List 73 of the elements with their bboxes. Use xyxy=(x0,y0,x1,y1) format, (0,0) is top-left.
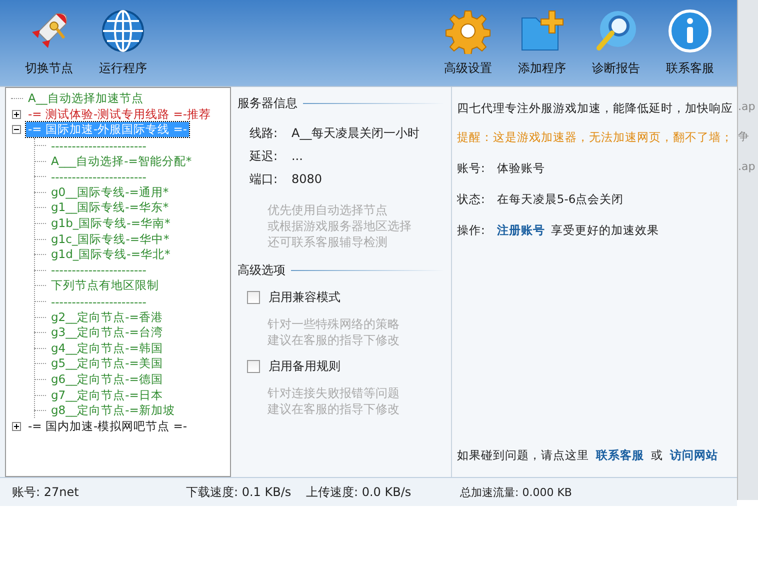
tree-item[interactable]: ----------------------- xyxy=(49,170,148,184)
checkbox[interactable] xyxy=(247,291,260,304)
field-label: 账号: xyxy=(457,161,485,176)
hint-text: 或根据游戏服务器地区选择 xyxy=(267,218,412,234)
field-value: 享受更好的加速效果 xyxy=(550,223,659,238)
toolbar-button[interactable]: 切换节点 xyxy=(16,0,82,86)
field-value: 在每天凌晨5-6点会关闭 xyxy=(496,192,624,207)
toolbar-button[interactable]: 添加程序 xyxy=(509,0,575,86)
hint-text: 建议在客服的指导下修改 xyxy=(267,401,400,417)
checkbox[interactable] xyxy=(247,360,260,373)
help-text: 或 xyxy=(651,448,663,463)
hint-text: 针对连接失败报错等问题 xyxy=(267,385,400,401)
hint-text: 还可联系客服辅导检测 xyxy=(267,234,388,250)
hint-text: 优先使用自动选择节点 xyxy=(267,202,388,218)
tree-item[interactable]: A___自动选择-=智能分配* xyxy=(49,154,194,169)
toolbar-button[interactable]: 高级设置 xyxy=(435,0,501,86)
section-title: 服务器信息 xyxy=(237,95,298,112)
info-icon xyxy=(667,8,713,54)
tree-item[interactable]: g2__定向节点-=香港 xyxy=(49,310,165,325)
expander-icon[interactable] xyxy=(12,422,21,431)
field-label: 端口: xyxy=(249,172,279,186)
tree-item[interactable]: -= 国际加速-外服国际专线 =- xyxy=(26,122,190,138)
tree-item[interactable]: -= 国内加速-模拟网吧节点 =- xyxy=(26,418,190,434)
field-label: 延迟: xyxy=(249,149,279,163)
status-text: 账号: 27net xyxy=(12,484,79,500)
tree-item[interactable]: g1__国际专线-=华东* xyxy=(49,200,171,216)
field-value: 体验账号 xyxy=(496,161,545,176)
tree-item[interactable]: g7__定向节点-=日本 xyxy=(49,388,165,403)
field-value: A__每天凌晨关闭一小时 xyxy=(291,126,420,140)
register-link[interactable]: 注册账号 xyxy=(496,223,545,238)
tree-item[interactable]: g8__定向节点-=新加坡 xyxy=(49,403,177,418)
tree-item[interactable]: ----------------------- xyxy=(49,294,148,309)
expander-icon[interactable] xyxy=(12,125,21,134)
background-text: 争 xyxy=(738,129,749,144)
tree-item[interactable]: A__自动选择加速节点 xyxy=(26,91,146,106)
tree-item[interactable]: ----------------------- xyxy=(49,138,148,153)
website-link[interactable]: 访问网站 xyxy=(670,448,718,463)
field-label: 操作: xyxy=(457,223,485,238)
help-text: 如果碰到问题，请点这里 xyxy=(457,448,589,463)
toolbar-button[interactable]: 诊断报告 xyxy=(583,0,649,86)
tree-item[interactable]: g5__定向节点-=美国 xyxy=(49,356,165,372)
support-link[interactable]: 联系客服 xyxy=(596,448,644,463)
reminder-text: 提醒：这是游戏加速器，无法加速网页，翻不了墙； xyxy=(457,130,733,145)
tree-item[interactable]: g1d_国际专线-=华北* xyxy=(49,247,172,262)
background-text: .ap xyxy=(738,160,756,173)
hint-text: 针对一些特殊网络的策略 xyxy=(267,316,400,332)
tree-item[interactable]: g6__定向节点-=德国 xyxy=(49,372,165,387)
status-text: 总加速流量: 0.000 KB xyxy=(460,484,572,500)
status-text: 下载速度: 0.1 KB/s xyxy=(186,484,292,500)
field-label: 状态: xyxy=(457,192,485,207)
toolbar-button[interactable]: 联系客服 xyxy=(657,0,723,86)
tree-item[interactable]: g4__定向节点-=韩国 xyxy=(49,340,165,356)
field-value: ... xyxy=(291,149,303,163)
background-text: .ap xyxy=(738,100,756,113)
globe-icon xyxy=(100,8,146,54)
tree-item[interactable]: ----------------------- xyxy=(49,263,148,278)
intro-text: 四七代理专注外服游戏加速，能降低延时，加快响应 xyxy=(457,101,733,116)
tree-item[interactable]: g0__国际专线-=通用* xyxy=(49,184,171,200)
expander-icon[interactable] xyxy=(12,110,21,119)
toolbar-button[interactable]: 运行程序 xyxy=(90,0,156,86)
tree-item[interactable]: 下列节点有地区限制 xyxy=(49,278,161,294)
checkbox-label[interactable]: 启用备用规则 xyxy=(268,358,340,375)
tree-item[interactable]: -= 测试体验-测试专用线路 =-推荐 xyxy=(26,106,214,122)
status-text: 上传速度: 0.0 KB/s xyxy=(306,484,412,500)
field-label: 线路: xyxy=(249,126,279,140)
checkbox-label[interactable]: 启用兼容模式 xyxy=(268,289,340,306)
tree-item[interactable]: g1b_国际专线-=华南* xyxy=(49,216,172,232)
hint-text: 建议在客服的指导下修改 xyxy=(267,332,400,348)
field-value: 8080 xyxy=(291,172,322,186)
section-title: 高级选项 xyxy=(237,262,286,279)
tree-item[interactable]: g3__定向节点-=台湾 xyxy=(49,325,165,340)
tree-item[interactable]: g1c_国际专线-=华中* xyxy=(49,232,172,247)
gear-icon xyxy=(445,8,491,54)
